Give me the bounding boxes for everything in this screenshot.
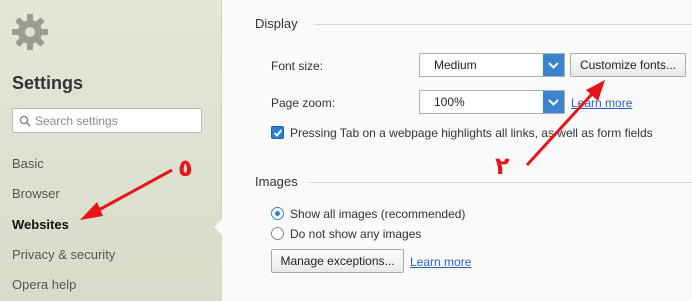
no-images-radio[interactable] — [271, 227, 284, 240]
font-size-dropdown-button[interactable] — [543, 54, 564, 76]
page-zoom-dropdown-button[interactable] — [543, 91, 564, 113]
images-learn-more-link[interactable]: Learn more — [410, 255, 471, 269]
page-zoom-label: Page zoom: — [271, 96, 336, 110]
search-box[interactable] — [12, 108, 202, 133]
sidebar-item-opera-help[interactable]: Opera help — [12, 277, 76, 292]
settings-title: Settings — [12, 73, 84, 93]
font-size-value: Medium — [434, 58, 477, 72]
show-all-images-label[interactable]: Show all images (recommended) — [290, 207, 465, 221]
sidebar-item-privacy-security[interactable]: Privacy & security — [12, 247, 115, 262]
images-section-divider — [309, 182, 692, 183]
manage-exceptions-button[interactable]: Manage exceptions... — [271, 249, 404, 273]
chevron-down-icon — [548, 62, 559, 69]
active-item-indicator — [214, 218, 223, 236]
search-input[interactable] — [35, 111, 195, 130]
tab-highlight-checkbox[interactable] — [271, 126, 284, 139]
page-zoom-learn-more-link[interactable]: Learn more — [571, 96, 632, 110]
main-content: Display Font size: Medium Customize font… — [223, 0, 692, 301]
no-images-label[interactable]: Do not show any images — [290, 227, 421, 241]
sidebar-item-browser[interactable]: Browser — [12, 186, 60, 201]
page-zoom-value: 100% — [434, 95, 465, 109]
page-zoom-select[interactable]: 100% — [419, 90, 565, 114]
gear-icon — [12, 14, 48, 50]
font-size-select[interactable]: Medium — [419, 53, 565, 77]
images-section-title: Images — [255, 174, 298, 189]
display-section-divider — [315, 24, 692, 25]
tab-highlight-label[interactable]: Pressing Tab on a webpage highlights all… — [290, 126, 653, 140]
search-icon — [19, 115, 31, 127]
customize-fonts-button[interactable]: Customize fonts... — [570, 53, 686, 77]
chevron-down-icon — [548, 99, 559, 106]
sidebar-item-websites[interactable]: Websites — [12, 217, 69, 232]
checkmark-icon — [273, 129, 283, 137]
show-all-images-radio[interactable] — [271, 207, 284, 220]
display-section-title: Display — [255, 16, 298, 31]
settings-sidebar: Settings Basic Browser Websites Privacy … — [0, 0, 222, 301]
font-size-label: Font size: — [271, 59, 324, 73]
sidebar-item-basic[interactable]: Basic — [12, 156, 44, 171]
